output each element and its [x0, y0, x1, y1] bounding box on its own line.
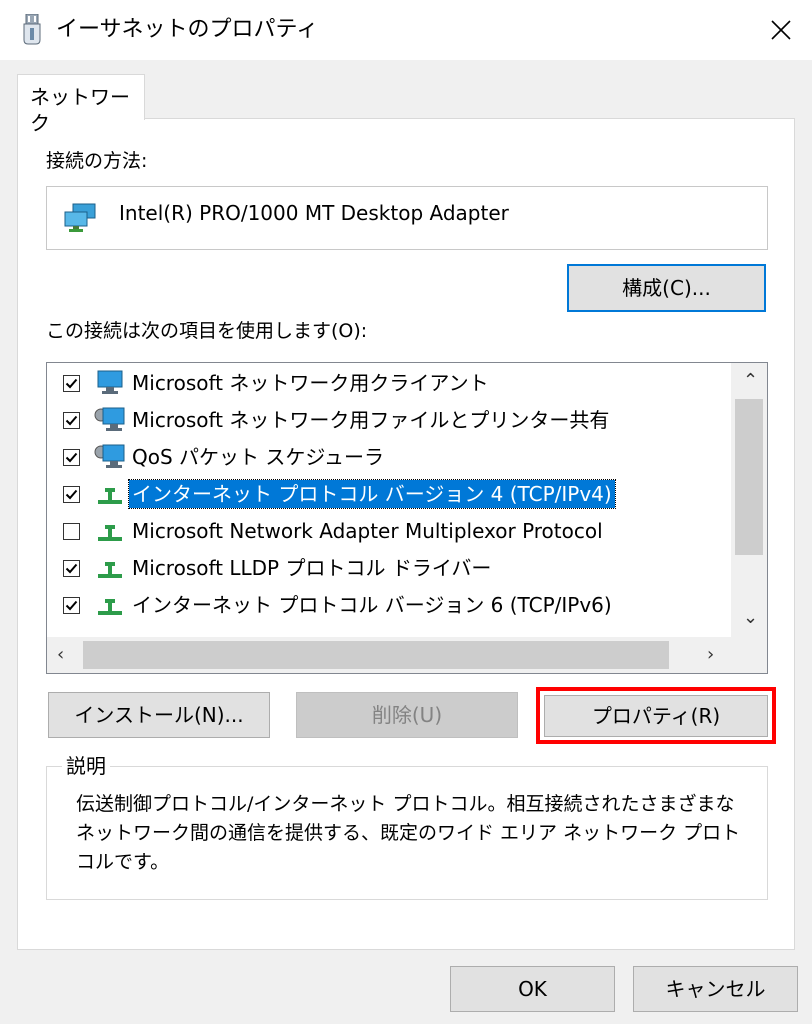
- list-item[interactable]: Microsoft ネットワーク用ファイルとプリンター共有: [47, 402, 731, 439]
- monitor-gear-icon: [94, 443, 126, 471]
- configure-button[interactable]: 構成(C)...: [567, 264, 766, 312]
- list-item-label: Microsoft Network Adapter Multiplexor Pr…: [132, 519, 603, 543]
- window-title: イーサネットのプロパティ: [56, 17, 319, 42]
- checkbox[interactable]: [63, 486, 80, 503]
- protocol-icon: [94, 480, 126, 508]
- protocol-icon: [94, 554, 126, 582]
- list-item-label: インターネット プロトコル バージョン 4 (TCP/IPv4): [128, 479, 616, 509]
- uninstall-button[interactable]: 削除(U): [296, 692, 518, 738]
- list-item-label: Microsoft LLDP プロトコル ドライバー: [132, 556, 492, 580]
- scroll-left-icon[interactable]: ‹: [57, 646, 64, 664]
- description-title: 説明: [62, 752, 110, 780]
- scroll-up-icon[interactable]: ⌃: [743, 372, 758, 390]
- list-item-label: インターネット プロトコル バージョン 6 (TCP/IPv6): [132, 593, 612, 617]
- title-bar: イーサネットのプロパティ: [0, 0, 812, 60]
- horizontal-scrollbar[interactable]: ‹ ›: [47, 637, 767, 673]
- checkbox[interactable]: [63, 523, 80, 540]
- checkbox[interactable]: [63, 560, 80, 577]
- tab-label: ネットワーク: [30, 85, 130, 135]
- close-icon: [771, 20, 791, 40]
- vertical-scroll-thumb[interactable]: [735, 399, 763, 555]
- scrollbar-corner: [731, 637, 767, 673]
- checkbox[interactable]: [63, 375, 80, 392]
- list-item-label: QoS パケット スケジューラ: [132, 445, 384, 469]
- install-button[interactable]: インストール(N)...: [48, 692, 270, 738]
- scroll-down-icon[interactable]: ⌄: [743, 609, 758, 627]
- items-label: この接続は次の項目を使用します(O):: [46, 320, 368, 342]
- cancel-button[interactable]: キャンセル: [633, 966, 798, 1012]
- list-item[interactable]: QoS パケット スケジューラ: [47, 439, 731, 476]
- tab-network[interactable]: ネットワーク: [17, 74, 145, 135]
- list-item[interactable]: Microsoft LLDP プロトコル ドライバー: [47, 550, 731, 587]
- vertical-scrollbar[interactable]: ⌃ ⌄: [731, 363, 767, 639]
- monitor-icon: [94, 369, 126, 397]
- description-text: 伝送制御プロトコル/インターネット プロトコル。相互接続されたさまざまなネットワ…: [76, 793, 741, 873]
- ok-button[interactable]: OK: [450, 966, 615, 1012]
- list-item[interactable]: インターネット プロトコル バージョン 4 (TCP/IPv4): [47, 476, 731, 513]
- network-monitor-icon: [64, 203, 96, 232]
- highlight-frame: [536, 687, 776, 744]
- list-item-label: Microsoft ネットワーク用クライアント: [132, 371, 489, 395]
- adapter-name: Intel(R) PRO/1000 MT Desktop Adapter: [119, 201, 509, 225]
- scroll-right-icon[interactable]: ›: [707, 646, 714, 664]
- components-list[interactable]: Microsoft ネットワーク用クライアント Microsoft ネットワーク用…: [46, 362, 768, 674]
- close-button[interactable]: [756, 6, 806, 54]
- checkbox[interactable]: [63, 449, 80, 466]
- adapter-box: Intel(R) PRO/1000 MT Desktop Adapter: [46, 186, 768, 250]
- monitor-gear-icon: [94, 406, 126, 434]
- protocol-icon: [94, 591, 126, 619]
- connect-using-label: 接続の方法:: [46, 150, 148, 172]
- network-adapter-icon: [23, 14, 41, 45]
- checkbox[interactable]: [63, 597, 80, 614]
- list-item[interactable]: Microsoft Network Adapter Multiplexor Pr…: [47, 513, 731, 550]
- checkbox[interactable]: [63, 412, 80, 429]
- list-item[interactable]: Microsoft ネットワーク用クライアント: [47, 365, 731, 402]
- horizontal-scroll-thumb[interactable]: [83, 641, 669, 669]
- protocol-icon: [94, 517, 126, 545]
- list-item-label: Microsoft ネットワーク用ファイルとプリンター共有: [132, 408, 610, 432]
- list-item[interactable]: インターネット プロトコル バージョン 6 (TCP/IPv6): [47, 587, 731, 624]
